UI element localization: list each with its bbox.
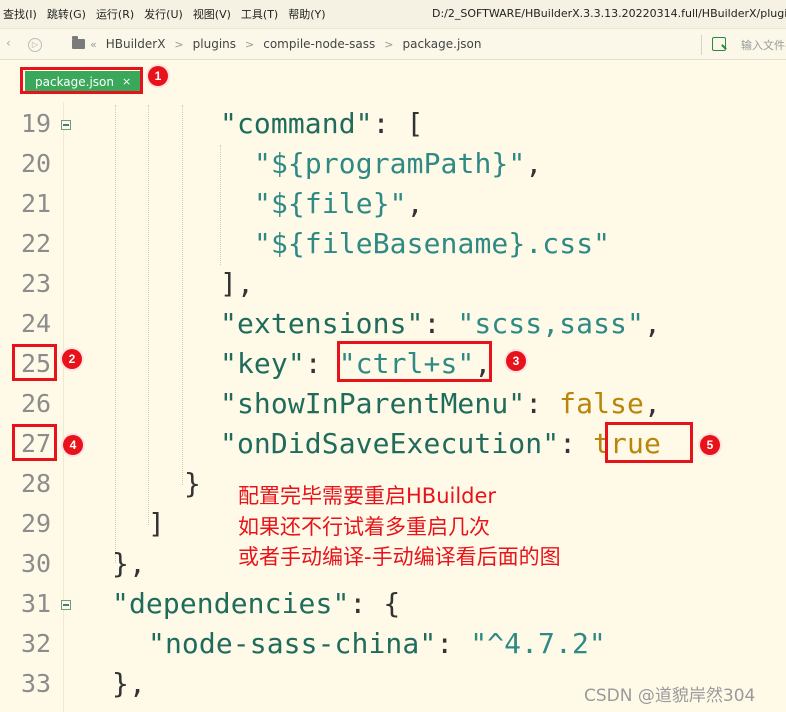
menu-run[interactable]: 运行(R) xyxy=(91,6,139,22)
highlight-box-save-value xyxy=(605,422,693,463)
code-line-32: 32 "node-sass-china": "^4.7.2" xyxy=(0,625,786,665)
code-text[interactable]: ], xyxy=(220,267,254,300)
code-text[interactable]: ] xyxy=(148,507,165,540)
menu-find[interactable]: 查找(I) xyxy=(0,6,42,22)
line-number: 24 xyxy=(21,309,52,338)
code-text[interactable]: } xyxy=(184,467,201,500)
line-number: 21 xyxy=(21,189,52,218)
annotation-badge-3: 3 xyxy=(506,351,526,371)
code-line-31: 31 "dependencies": { xyxy=(0,585,786,625)
code-line-23: 23 ], xyxy=(0,265,786,305)
line-number: 31 xyxy=(21,589,52,618)
menu-publish[interactable]: 发行(U) xyxy=(139,6,188,22)
annotation-badge-5: 5 xyxy=(700,435,720,455)
annotation-badge-2: 2 xyxy=(62,349,82,369)
line-number: 23 xyxy=(21,269,52,298)
highlight-box-tab xyxy=(20,67,143,94)
line-number: 30 xyxy=(21,549,52,578)
breadcrumb-item-package-json[interactable]: package.json xyxy=(402,37,481,51)
code-text[interactable]: "onDidSaveExecution": true xyxy=(220,427,661,460)
folder-icon xyxy=(72,36,85,49)
code-text[interactable]: }, xyxy=(112,547,146,580)
search-file-icon[interactable] xyxy=(712,37,726,51)
code-text[interactable]: "extensions": "scss,sass", xyxy=(220,307,661,340)
menu-goto[interactable]: 跳转(G) xyxy=(42,6,91,22)
code-text[interactable]: }, xyxy=(112,667,146,700)
code-line-26: 26 "showInParentMenu": false, xyxy=(0,385,786,425)
menu-tools[interactable]: 工具(T) xyxy=(236,6,283,22)
play-circle-icon[interactable]: ▷ xyxy=(28,38,42,52)
line-number: 20 xyxy=(21,149,52,178)
code-text[interactable]: "node-sass-china": "^4.7.2" xyxy=(148,627,606,660)
menu-help[interactable]: 帮助(Y) xyxy=(283,6,330,22)
breadcrumb-item-compile-node-sass[interactable]: compile-node-sass xyxy=(263,37,375,51)
line-number: 26 xyxy=(21,389,52,418)
code-line-20: 20 "${programPath}", xyxy=(0,145,786,185)
line-number: 33 xyxy=(21,669,52,698)
code-text[interactable]: "${programPath}", xyxy=(254,147,542,180)
menu-bar: 查找(I) 跳转(G) 运行(R) 发行(U) 视图(V) 工具(T) 帮助(Y… xyxy=(0,0,786,28)
menu-view[interactable]: 视图(V) xyxy=(188,6,236,22)
line-number: 19 xyxy=(21,109,52,138)
file-search-input[interactable]: 输入文件名 xyxy=(741,37,786,53)
annotation-badge-1: 1 xyxy=(148,66,168,86)
code-text[interactable]: "dependencies": { xyxy=(112,587,400,620)
code-text[interactable]: "${file}", xyxy=(254,187,424,220)
fold-toggle-icon[interactable] xyxy=(61,120,71,130)
highlight-box-line-27 xyxy=(12,424,57,461)
window-title-path: D:/2_SOFTWARE/HBuilderX.3.3.13.20220314.… xyxy=(432,7,786,20)
code-line-19: 19 "command": [ xyxy=(0,105,786,145)
fold-toggle-icon[interactable] xyxy=(61,600,71,610)
breadcrumb-separator: > xyxy=(384,37,394,51)
breadcrumb-separator: > xyxy=(245,37,255,51)
breadcrumb-bar: ‹ ▷ « HBuilderX > plugins > compile-node… xyxy=(0,28,786,60)
breadcrumb-item-plugins[interactable]: plugins xyxy=(193,37,236,51)
code-text[interactable]: "command": [ xyxy=(220,107,424,140)
highlight-box-key-value xyxy=(337,341,492,382)
code-text[interactable]: "${fileBasename}.css" xyxy=(254,227,610,260)
chevron-left-icon[interactable]: ‹ xyxy=(6,36,11,50)
breadcrumb-back[interactable]: « xyxy=(90,38,97,51)
note-line-3: 或者手动编译-手动编译看后面的图 xyxy=(238,545,561,569)
line-number: 28 xyxy=(21,469,52,498)
line-number: 32 xyxy=(21,629,52,658)
highlight-box-line-25 xyxy=(12,344,57,381)
breadcrumb-separator: > xyxy=(174,37,184,51)
code-line-22: 22 "${fileBasename}.css" xyxy=(0,225,786,265)
code-line-21: 21 "${file}", xyxy=(0,185,786,225)
watermark: CSDN @道貌岸然304 xyxy=(584,686,756,706)
note-line-2: 如果还不行试着多重启几次 xyxy=(238,515,490,539)
annotation-badge-4: 4 xyxy=(63,435,83,455)
line-number: 22 xyxy=(21,229,52,258)
divider xyxy=(701,35,702,55)
code-line-24: 24 "extensions": "scss,sass", xyxy=(0,305,786,345)
code-text[interactable]: "showInParentMenu": false, xyxy=(220,387,661,420)
line-number: 29 xyxy=(21,509,52,538)
breadcrumb: « HBuilderX > plugins > compile-node-sas… xyxy=(90,37,481,51)
breadcrumb-item-hbuilderx[interactable]: HBuilderX xyxy=(106,37,166,51)
note-line-1: 配置完毕需要重启HBuilder xyxy=(238,484,497,508)
